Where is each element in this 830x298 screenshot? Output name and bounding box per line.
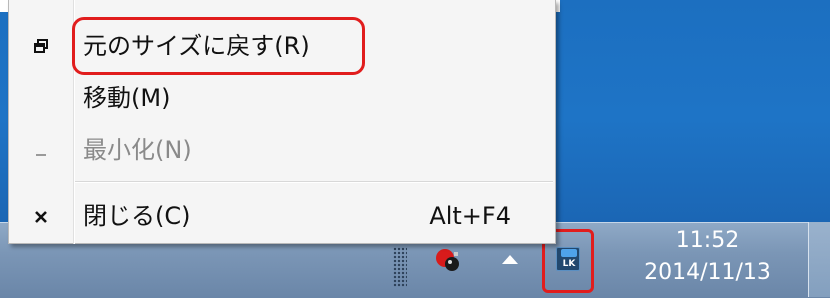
minimize-icon (36, 154, 46, 156)
menu-item-label: 閉じる(C) (83, 202, 191, 230)
restore-icon (34, 39, 48, 53)
show-desktop-button[interactable] (809, 222, 830, 297)
clock-time: 11:52 (675, 228, 740, 253)
close-icon (35, 211, 47, 223)
menu-item-close[interactable]: 閉じる(C) Alt+F4 (9, 190, 555, 242)
menu-item-move[interactable]: 移動(M) (9, 72, 555, 124)
restore-item-highlight (72, 17, 365, 75)
menu-separator-highlight (75, 182, 553, 183)
app-tray-icon[interactable] (432, 244, 466, 274)
menu-item-label: 移動(M) (83, 84, 171, 112)
menu-item-shortcut: Alt+F4 (429, 202, 511, 230)
taskbar-clock[interactable]: 11:52 2014/11/13 (610, 222, 805, 297)
menu-item-label: 最小化(N) (83, 136, 192, 164)
taskbar-grip-handle[interactable] (393, 247, 407, 287)
menu-item-minimize: 最小化(N) (9, 124, 555, 176)
clock-date: 2014/11/13 (644, 260, 771, 285)
show-hidden-icons-arrow[interactable] (502, 255, 518, 264)
